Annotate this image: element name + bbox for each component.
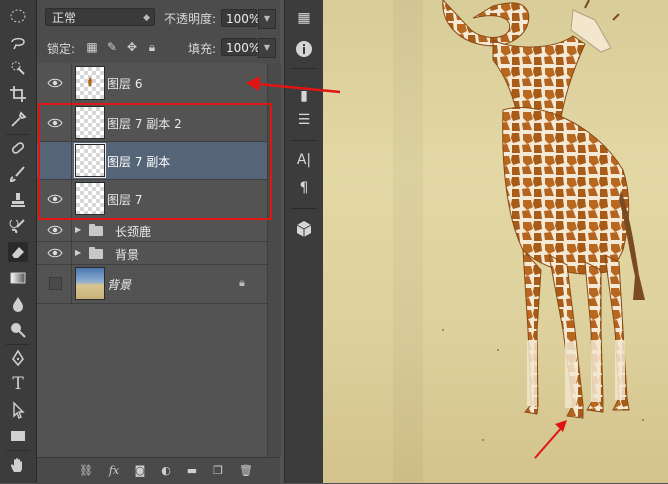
- layers-footer: ⛓ fx ◙ ◐ ▬ ❐ 🗑︎: [37, 457, 280, 484]
- healing-icon[interactable]: [8, 138, 28, 158]
- 3d-icon[interactable]: [294, 220, 314, 240]
- lock-pixels-icon[interactable]: ✎: [105, 40, 119, 54]
- type-icon[interactable]: T: [8, 374, 28, 394]
- mask-icon[interactable]: ◙: [132, 463, 148, 479]
- group-name: 长颈鹿: [115, 225, 152, 239]
- annotation-arrow: [246, 76, 341, 94]
- paragraph-icon[interactable]: ¶: [294, 178, 314, 198]
- eraser-icon[interactable]: [8, 242, 28, 262]
- layer-name: 图层 6: [107, 77, 143, 91]
- layer-name: 背景: [107, 278, 132, 292]
- blend-mode-value: 正常: [52, 11, 77, 25]
- visibility-cell[interactable]: [37, 265, 72, 303]
- character-icon[interactable]: A|: [294, 150, 314, 170]
- layer-thumbnail: [75, 267, 105, 300]
- lock-all-icon[interactable]: 🔒︎: [145, 40, 159, 54]
- opacity-label: 不透明度:: [164, 12, 217, 26]
- eye-icon[interactable]: [47, 245, 63, 261]
- dodge-icon[interactable]: [8, 320, 28, 340]
- layer-thumbnail: [75, 66, 105, 100]
- crop-icon[interactable]: [8, 84, 28, 104]
- document-canvas[interactable]: [323, 0, 668, 483]
- folder-icon[interactable]: ▬: [184, 463, 200, 479]
- fill-field[interactable]: 100% ▼: [221, 38, 276, 58]
- chevron-down-icon[interactable]: ▼: [258, 38, 276, 58]
- link-icon[interactable]: ⛓: [78, 463, 94, 479]
- group-row[interactable]: ▶ 背景: [37, 242, 267, 265]
- expand-triangle-icon[interactable]: ▶: [75, 225, 81, 234]
- lock-icon: 🔒︎: [239, 276, 245, 289]
- lock-position-icon[interactable]: ✥: [125, 40, 139, 54]
- fx-icon[interactable]: fx: [106, 463, 122, 479]
- chevron-updown-icon: ◆: [143, 13, 150, 23]
- group-row[interactable]: ▶ 长颈鹿: [37, 219, 267, 242]
- chevron-down-icon[interactable]: ▼: [258, 9, 276, 29]
- shape-icon[interactable]: [8, 426, 28, 446]
- trash-icon[interactable]: 🗑︎: [238, 463, 254, 479]
- lock-row: 锁定: ▦ ✎ ✥ 🔒︎ 填充: 100% ▼: [37, 32, 280, 64]
- highlight-box: [38, 103, 272, 220]
- brush-icon[interactable]: [8, 164, 28, 184]
- adjustment-icon[interactable]: ◐: [158, 463, 174, 479]
- adjust-icon[interactable]: ☰: [294, 110, 314, 130]
- gradient-icon[interactable]: [8, 268, 28, 288]
- opacity-field[interactable]: 100% ▼: [221, 9, 276, 29]
- giraffe-image: [442, 0, 645, 459]
- fill-label: 填充:: [188, 42, 217, 56]
- quick-select-icon[interactable]: [8, 58, 28, 78]
- background-layer-row[interactable]: 背景 🔒︎: [37, 265, 267, 304]
- eyedropper-icon[interactable]: [8, 110, 28, 130]
- marquee-icon[interactable]: [8, 6, 28, 26]
- stamp-icon[interactable]: [8, 190, 28, 210]
- blur-icon[interactable]: [8, 294, 28, 314]
- visibility-box[interactable]: [49, 277, 62, 290]
- fill-value: 100%: [226, 41, 261, 55]
- path-select-icon[interactable]: [8, 400, 28, 420]
- hand-icon[interactable]: [8, 455, 28, 475]
- tools-panel: T: [0, 0, 37, 483]
- eye-icon[interactable]: [47, 222, 63, 238]
- info-icon[interactable]: [294, 40, 314, 60]
- pen-icon[interactable]: [8, 348, 28, 368]
- eye-icon[interactable]: [47, 75, 63, 91]
- folder-icon: [89, 224, 103, 236]
- expand-triangle-icon[interactable]: ▶: [75, 248, 81, 257]
- blend-row: 正常 ◆ 不透明度: 100% ▼: [37, 0, 280, 33]
- lock-label: 锁定:: [47, 42, 76, 56]
- group-name: 背景: [115, 248, 140, 262]
- folder-icon: [89, 247, 103, 259]
- layer-row[interactable]: 图层 6: [37, 63, 267, 104]
- lock-transparent-icon[interactable]: ▦: [85, 40, 99, 54]
- opacity-value: 100%: [226, 12, 261, 26]
- lasso-icon[interactable]: [8, 32, 28, 52]
- blend-mode-select[interactable]: 正常 ◆: [45, 8, 155, 26]
- history-brush-icon[interactable]: [8, 216, 28, 236]
- new-layer-icon[interactable]: ❐: [210, 463, 226, 479]
- swatches-icon[interactable]: ▦: [294, 8, 314, 28]
